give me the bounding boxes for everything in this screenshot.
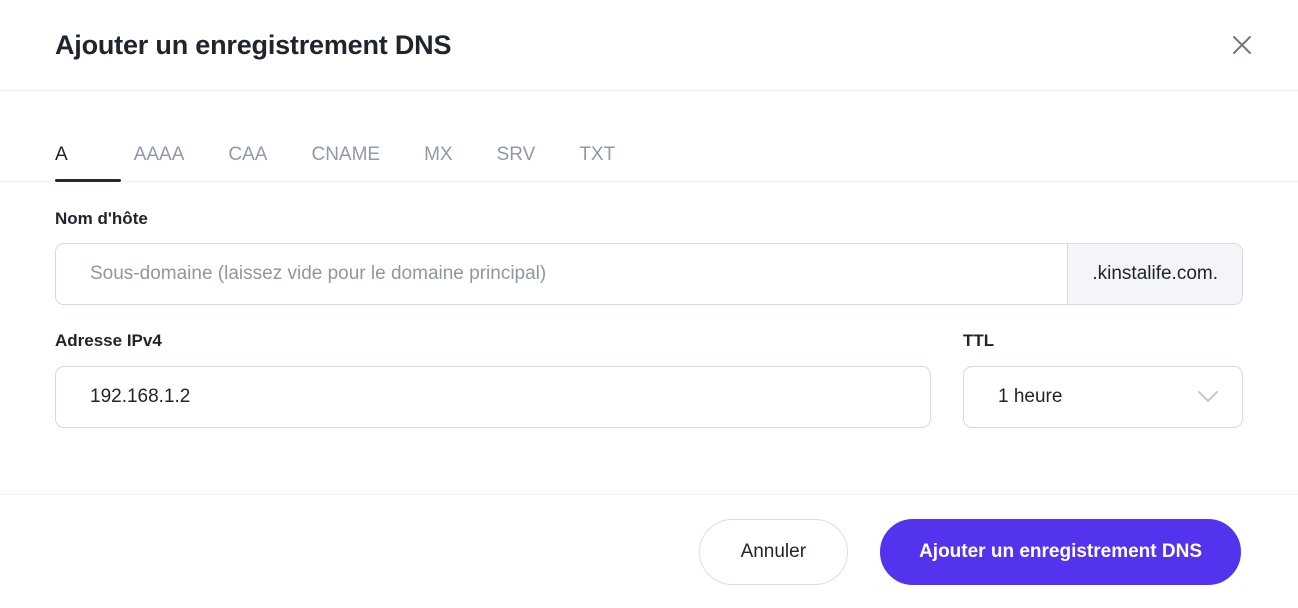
add-dns-record-dialog: Ajouter un enregistrement DNS A AAAA CAA… <box>0 0 1298 608</box>
hostname-field-group: .kinstalife.com. <box>55 243 1243 306</box>
close-button[interactable] <box>1220 23 1264 67</box>
ttl-selected-value: 1 heure <box>998 385 1063 407</box>
ipv4-label: Adresse IPv4 <box>55 331 162 351</box>
close-icon <box>1229 32 1255 58</box>
submit-add-dns-record-button[interactable]: Ajouter un enregistrement DNS <box>880 518 1241 585</box>
dialog-body: Nom d'hôte .kinstalife.com. Adresse IPv4… <box>0 182 1298 494</box>
tab-aaaa[interactable]: AAAA <box>112 145 207 182</box>
ttl-label: TTL <box>963 331 995 351</box>
record-type-tabs: A AAAA CAA CNAME MX SRV TXT <box>0 91 1298 182</box>
tab-cname[interactable]: CNAME <box>289 145 402 182</box>
tab-caa[interactable]: CAA <box>206 145 289 182</box>
hostname-label: Nom d'hôte <box>55 209 148 228</box>
hostname-input[interactable] <box>56 244 1068 305</box>
dialog-footer: Annuler Ajouter un enregistrement DNS <box>0 494 1298 608</box>
hostname-domain-suffix: .kinstalife.com. <box>1067 244 1242 305</box>
dialog-header: Ajouter un enregistrement DNS <box>0 0 1298 91</box>
tab-a[interactable]: A <box>55 145 121 182</box>
cancel-button[interactable]: Annuler <box>698 518 849 585</box>
tab-txt[interactable]: TXT <box>557 145 637 182</box>
tab-srv[interactable]: SRV <box>475 145 558 182</box>
ttl-select[interactable]: 1 heure <box>963 365 1243 428</box>
tab-mx[interactable]: MX <box>402 145 475 182</box>
ipv4-input[interactable] <box>55 365 931 428</box>
page-title: Ajouter un enregistrement DNS <box>55 29 452 60</box>
